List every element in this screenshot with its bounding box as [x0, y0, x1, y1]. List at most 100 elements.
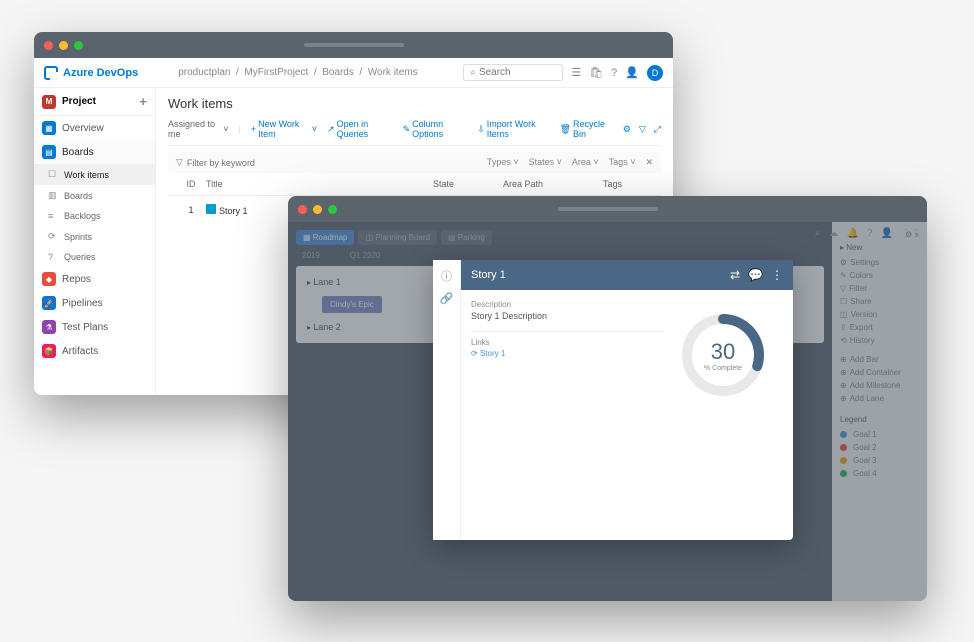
window-titlebar [288, 196, 927, 222]
chat-icon[interactable]: 💬 [748, 268, 763, 282]
page-title: Work items [168, 96, 661, 111]
project-icon: M [42, 95, 56, 109]
open-queries-button[interactable]: ↗ Open in Queries [327, 119, 393, 139]
list-icon[interactable]: ☰ [571, 66, 581, 79]
desc-value: Story 1 Description [471, 311, 663, 321]
maximize-icon[interactable] [328, 205, 337, 214]
types-dropdown[interactable]: Types ˅ [487, 157, 519, 168]
col-area[interactable]: Area Path [503, 179, 603, 189]
repos-icon: ◆ [42, 272, 56, 286]
breadcrumb: productplan / MyFirstProject / Boards / … [178, 67, 417, 78]
avatar[interactable]: D [647, 65, 663, 81]
sidebar-item-repos[interactable]: ◆Repos [34, 267, 155, 291]
info-icon[interactable]: ⓘ [441, 268, 452, 284]
filter-input[interactable] [187, 158, 487, 168]
bag-icon[interactable]: 🛍 [589, 66, 603, 79]
testplans-icon: ⚗ [42, 320, 56, 334]
sidebar-item-boards[interactable]: ▤Boards [34, 140, 155, 164]
sidebar-item-sprints[interactable]: ⟳Sprints [34, 226, 155, 247]
crumb[interactable]: Work items [368, 67, 418, 78]
crumb[interactable]: MyFirstProject [244, 67, 308, 78]
sidebar-item-queries[interactable]: ?Queries [34, 247, 155, 267]
tags-dropdown[interactable]: Tags ˅ [609, 157, 636, 168]
query-icon: ? [48, 252, 60, 262]
col-title[interactable]: Title [206, 179, 433, 189]
sidebar-item-boards-sub[interactable]: ▥Boards [34, 185, 155, 206]
crumb[interactable]: productplan [178, 67, 230, 78]
modal-header: Story 1 ⇄ 💬 ⋮ [461, 260, 793, 290]
column-options-button[interactable]: ✎ Column Options [403, 119, 468, 139]
crumb[interactable]: Boards [322, 67, 354, 78]
new-workitem-button[interactable]: + New Work Item ˅ [251, 119, 317, 139]
close-icon[interactable] [298, 205, 307, 214]
window-titlebar [34, 32, 673, 58]
help-icon[interactable]: ? [611, 67, 617, 79]
sidebar-item-backlogs[interactable]: ≡Backlogs [34, 206, 155, 226]
percent-label: % Complete [704, 365, 742, 372]
expand-icon[interactable]: ⤢ [654, 124, 661, 135]
close-filter-button[interactable]: ✕ [645, 157, 653, 168]
sidebar: M Project + ▦Overview ▤Boards ☐Work item… [34, 88, 156, 395]
desc-label: Description [471, 300, 663, 309]
window-grip [558, 207, 658, 211]
sidebar-item-testplans[interactable]: ⚗Test Plans [34, 315, 155, 339]
pipelines-icon: 🚀 [42, 296, 56, 310]
brand-label[interactable]: Azure DevOps [63, 67, 138, 79]
window-controls [298, 205, 337, 214]
sidebar-item-overview[interactable]: ▦Overview [34, 116, 155, 140]
minimize-icon[interactable] [59, 41, 68, 50]
table-header: ID Title State Area Path Tags [168, 173, 661, 196]
import-button[interactable]: ⇩ Import Work Items [477, 119, 549, 139]
overview-icon: ▦ [42, 121, 56, 135]
more-icon[interactable]: ⋮ [771, 268, 783, 282]
col-id[interactable]: ID [176, 179, 206, 189]
search-icon: ⌕ [470, 67, 476, 78]
cell-id: 1 [176, 205, 206, 215]
backlog-icon: ≡ [48, 211, 60, 221]
workitems-icon: ☐ [48, 169, 60, 180]
assigned-dropdown[interactable]: Assigned to me ˅ [168, 119, 228, 139]
artifacts-icon: 📦 [42, 344, 56, 358]
search-input[interactable]: ⌕ [463, 64, 563, 81]
close-icon[interactable] [44, 41, 53, 50]
window-grip [304, 43, 404, 47]
share-icon[interactable]: ⇄ [730, 268, 740, 282]
minimize-icon[interactable] [313, 205, 322, 214]
modal-content: Description Story 1 Description Links ⟳ … [471, 300, 663, 530]
sidebar-item-pipelines[interactable]: 🚀Pipelines [34, 291, 155, 315]
productplan-window: ⌕ ☁ 🔔 ? 👤 ⋮⋮ ▦ Roadmap ◫ Planning Board … [288, 196, 927, 601]
funnel-icon: ▽ [176, 157, 183, 168]
modal-title: Story 1 [471, 269, 506, 281]
area-dropdown[interactable]: Area ˅ [572, 157, 599, 168]
progress-chart: 30 % Complete [663, 300, 783, 530]
project-label: Project [62, 96, 96, 107]
filter-bar: ▽ Types ˅ States ˅ Area ˅ Tags ˅ ✕ [168, 152, 661, 173]
story-modal: ⓘ 🔗 Story 1 ⇄ 💬 ⋮ Description Story 1 De… [433, 260, 793, 540]
boards-icon: ▤ [42, 145, 56, 159]
add-project-button[interactable]: + [139, 94, 147, 109]
filter-icon[interactable]: ▽ [639, 124, 646, 135]
percent-value: 30 [711, 339, 735, 365]
sidebar-item-workitems[interactable]: ☐Work items [34, 164, 155, 185]
sprint-icon: ⟳ [48, 231, 60, 242]
toolbar: Assigned to me ˅ | + New Work Item ˅ ↗ O… [168, 119, 661, 146]
board-icon: ▥ [48, 190, 60, 201]
states-dropdown[interactable]: States ˅ [529, 157, 562, 168]
recycle-button[interactable]: 🗑 Recycle Bin [560, 119, 613, 139]
azure-logo-icon [44, 66, 58, 80]
window-controls [44, 41, 83, 50]
person-icon[interactable]: 👤 [625, 66, 639, 79]
project-row[interactable]: M Project + [34, 88, 155, 116]
modal-sidebar: ⓘ 🔗 [433, 260, 461, 540]
header: Azure DevOps productplan / MyFirstProjec… [34, 58, 673, 88]
story-icon [206, 204, 216, 214]
maximize-icon[interactable] [74, 41, 83, 50]
settings-icon[interactable]: ⚙ [623, 124, 631, 135]
search-field[interactable] [479, 67, 549, 78]
col-state[interactable]: State [433, 179, 503, 189]
sidebar-item-artifacts[interactable]: 📦Artifacts [34, 339, 155, 363]
link-icon[interactable]: 🔗 [440, 292, 454, 305]
link-item[interactable]: ⟳ Story 1 [471, 349, 663, 358]
links-label: Links [471, 338, 663, 347]
col-tags[interactable]: Tags [603, 179, 653, 189]
